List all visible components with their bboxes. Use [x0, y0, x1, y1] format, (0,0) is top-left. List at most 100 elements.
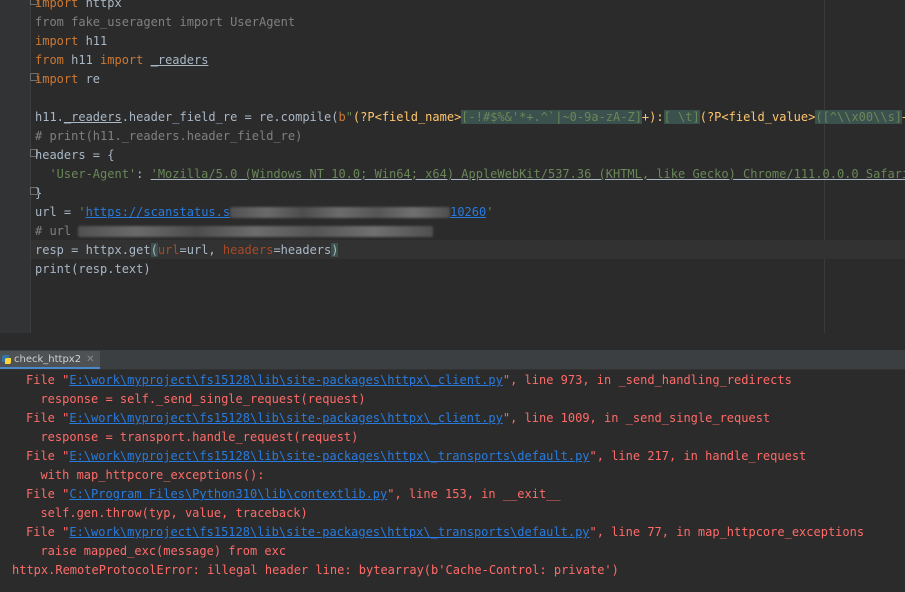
- code-token: (?P<field_name>: [352, 110, 462, 124]
- code-line: import re: [35, 70, 905, 89]
- gutter-separator: [30, 0, 31, 333]
- output-text: with map_httpcore_exceptions():: [26, 468, 265, 482]
- code-token: ": [345, 110, 353, 124]
- code-token: headers: [222, 243, 274, 257]
- output-text: File ": [26, 373, 70, 387]
- code-line: url = 'https://scanstatus.s 10260': [35, 203, 905, 222]
- code-token: ([^\\x00\\s]: [815, 110, 903, 124]
- traceback-line: response = self._send_single_request(req…: [12, 390, 864, 409]
- code-line: from h11 import _readers: [35, 51, 905, 70]
- code-token: =url,: [179, 243, 223, 257]
- console-lines: File "E:\work\myproject\fs15128\lib\site…: [12, 371, 864, 580]
- code-token: ): [331, 243, 339, 257]
- code-token: from: [35, 53, 64, 67]
- python-file-icon: [2, 354, 11, 364]
- code-token: [ \t]: [663, 110, 700, 124]
- run-console-output[interactable]: File "E:\work\myproject\fs15128\lib\site…: [0, 370, 905, 592]
- code-token: h11.: [35, 110, 64, 124]
- ide-window: import httpx from fake_useragent import U…: [0, 0, 905, 592]
- run-tab-label: check_httpx2: [14, 353, 82, 365]
- code-token: print: [35, 262, 72, 276]
- code-line: # print(h11._readers.header_field_re): [35, 127, 905, 146]
- code-token: ': [78, 205, 86, 219]
- redacted-text: [230, 207, 451, 218]
- output-text: ", line 973, in _send_handling_redirects: [502, 373, 792, 387]
- code-token: # url: [35, 224, 79, 238]
- code-token: (: [150, 243, 158, 257]
- traceback-line: File "E:\work\myproject\fs15128\lib\site…: [12, 409, 864, 428]
- code-line: import httpx: [35, 0, 905, 13]
- code-token: [-!#$%&'*+.^`|~0-9a-zA-Z]: [461, 110, 642, 124]
- code-token: }: [35, 186, 43, 200]
- output-text: self.gen.throw(typ, value, traceback): [26, 506, 308, 520]
- code-lines: import httpx from fake_useragent import U…: [35, 0, 905, 279]
- code-token: _readers: [150, 53, 209, 67]
- output-text: File ": [26, 449, 70, 463]
- code-token: headers = {: [35, 148, 115, 162]
- close-icon[interactable]: ✕: [86, 354, 94, 365]
- output-text: raise mapped_exc(message) from exc: [26, 544, 287, 558]
- output-text: File ": [26, 411, 70, 425]
- code-token: (?P<field_value>: [699, 110, 816, 124]
- redacted-text: [78, 226, 434, 237]
- code-token: import: [35, 34, 79, 48]
- traceback-line: File "C:\Program Files\Python310\lib\con…: [12, 485, 864, 504]
- traceback-line: File "E:\work\myproject\fs15128\lib\site…: [12, 371, 864, 390]
- file-path-link[interactable]: E:\work\myproject\fs15128\lib\site-packa…: [69, 373, 502, 387]
- output-text: response = transport.handle_request(requ…: [26, 430, 359, 444]
- code-token: from fake_useragent import UserAgent: [35, 15, 296, 29]
- output-text: ", line 217, in handle_request: [589, 449, 807, 463]
- code-line: }: [35, 184, 905, 203]
- code-line: h11._readers.header_field_re = re.compil…: [35, 108, 905, 127]
- code-token: :: [136, 167, 151, 181]
- file-path-link[interactable]: C:\Program Files\Python310\lib\contextli…: [69, 487, 387, 501]
- output-text: File ": [26, 487, 70, 501]
- code-token: 'User-Agent': [49, 167, 137, 181]
- code-token: import: [100, 53, 144, 67]
- output-text: httpx.RemoteProtocolError: illegal heade…: [12, 563, 619, 577]
- code-token: 'Mozilla/5.0 (Windows NT 10.0; Win64; x6…: [150, 167, 905, 181]
- code-token: ': [486, 205, 494, 219]
- code-line: from fake_useragent import UserAgent: [35, 13, 905, 32]
- code-line: resp = httpx.get(url=url, headers=header…: [35, 241, 905, 260]
- code-token: +):: [641, 110, 664, 124]
- panel-divider[interactable]: [0, 333, 905, 351]
- file-path-link[interactable]: E:\work\myproject\fs15128\lib\site-packa…: [69, 525, 589, 539]
- error-message: httpx.RemoteProtocolError: illegal heade…: [12, 561, 864, 580]
- code-token: re: [78, 72, 101, 86]
- traceback-line: File "E:\work\myproject\fs15128\lib\site…: [12, 447, 864, 466]
- traceback-line: with map_httpcore_exceptions():: [12, 466, 864, 485]
- url-link[interactable]: https://scanstatus.s: [86, 205, 231, 219]
- output-text: response = self._send_single_request(req…: [26, 392, 366, 406]
- code-token: url =: [35, 205, 79, 219]
- code-editor[interactable]: import httpx from fake_useragent import U…: [0, 0, 905, 333]
- code-line: headers = {: [35, 146, 905, 165]
- traceback-line: self.gen.throw(typ, value, traceback): [12, 504, 864, 523]
- editor-gutter[interactable]: [0, 0, 30, 333]
- code-token: (resp.text): [71, 262, 151, 276]
- run-tab[interactable]: check_httpx2 ✕: [0, 351, 101, 369]
- code-token: resp = httpx.get: [35, 243, 151, 257]
- traceback-line: raise mapped_exc(message) from exc: [12, 542, 864, 561]
- traceback-line: response = transport.handle_request(requ…: [12, 428, 864, 447]
- run-tool-bar: check_httpx2 ✕: [0, 351, 905, 370]
- code-token: =headers: [273, 243, 332, 257]
- file-path-link[interactable]: E:\work\myproject\fs15128\lib\site-packa…: [69, 411, 502, 425]
- output-text: ", line 153, in __exit__: [387, 487, 561, 501]
- code-token: import: [35, 72, 79, 86]
- code-token: b: [338, 110, 346, 124]
- code-token: httpx: [78, 0, 122, 10]
- code-line: print(resp.text): [35, 260, 905, 279]
- output-text: File ": [26, 525, 70, 539]
- code-token: url: [157, 243, 180, 257]
- code-token: h11: [63, 53, 101, 67]
- code-token: h11: [78, 34, 108, 48]
- file-path-link[interactable]: E:\work\myproject\fs15128\lib\site-packa…: [69, 449, 589, 463]
- code-token: # print(h11._readers.header_field_re): [35, 129, 303, 143]
- url-link[interactable]: 10260: [450, 205, 486, 219]
- output-text: ", line 1009, in _send_single_request: [502, 411, 771, 425]
- code-line: 'User-Agent': 'Mozilla/5.0 (Windows NT 1…: [35, 165, 905, 184]
